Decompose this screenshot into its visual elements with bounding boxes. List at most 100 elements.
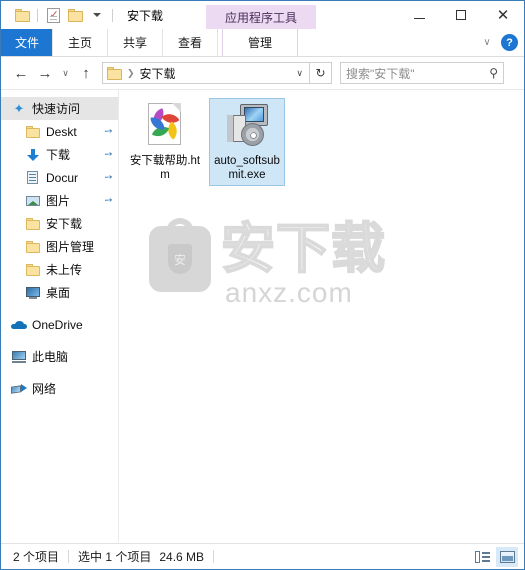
close-button[interactable]: ✕ — [482, 1, 524, 29]
watermark: 安 安下载 anxz.com — [149, 218, 399, 310]
status-separator-1 — [68, 550, 70, 563]
up-button[interactable]: ↑ — [74, 61, 98, 85]
list-item[interactable]: auto_softsubmit.exe — [209, 98, 285, 186]
minimize-button[interactable] — [398, 1, 440, 29]
list-item[interactable]: 安下载帮助.htm — [127, 98, 203, 186]
details-view-icon — [474, 550, 490, 563]
refresh-button[interactable]: ↻ — [310, 62, 332, 84]
sidebar-item-onedrive[interactable]: OneDrive — [1, 313, 118, 336]
address-dropdown-icon[interactable]: ∨ — [292, 68, 307, 79]
sidebar-item-documents[interactable]: Docur ➚ — [1, 166, 118, 189]
status-separator-2 — [213, 550, 215, 563]
sidebar-item-desktop[interactable]: 桌面 — [1, 281, 118, 304]
file-grid: 安下载帮助.htm auto_softsubmit.exe — [127, 98, 524, 186]
watermark-title: 安下载 — [220, 219, 386, 279]
sidebar-item-label: 图片管理 — [46, 240, 95, 254]
folder-icon — [25, 124, 41, 140]
sidebar-item-label: 安下载 — [46, 217, 83, 231]
tab-file[interactable]: 文件 — [1, 29, 53, 56]
sidebar-item-picture-manage[interactable]: 图片管理 — [1, 235, 118, 258]
sidebar-item-quick-access[interactable]: ✦ 快速访问 — [1, 97, 118, 120]
maximize-icon — [456, 10, 466, 20]
download-icon — [25, 147, 41, 163]
folder-icon — [107, 66, 122, 80]
sidebar-item-label: 未上传 — [46, 263, 83, 277]
contextual-tab-header: 应用程序工具 — [206, 5, 316, 29]
qat-separator-1 — [37, 8, 38, 22]
maximize-button[interactable] — [440, 1, 482, 29]
cloud-icon — [11, 317, 27, 333]
window-title: 安下载 — [127, 8, 164, 23]
selection-label: 选中 1 个项目 — [78, 550, 152, 564]
folder-icon — [25, 216, 41, 232]
tab-home[interactable]: 主页 — [52, 29, 108, 56]
minimize-icon — [413, 17, 425, 19]
breadcrumb-separator: ❯ — [127, 67, 135, 78]
sidebar-gap-2 — [1, 336, 118, 345]
recent-locations-button[interactable]: ∨ — [57, 61, 74, 85]
documents-icon — [25, 170, 41, 186]
sidebar-item-label: Docur — [46, 170, 79, 185]
watermark-subtitle: anxz.com — [225, 277, 353, 308]
navigation-bar: ← → ∨ ↑ ❯ 安下载 ∨ ↻ 搜索"安下载" ⚲ — [1, 57, 524, 90]
item-count-label: 2 个项目 — [13, 550, 60, 564]
folder-icon — [67, 8, 83, 22]
sidebar-item-label: OneDrive — [32, 317, 83, 332]
file-list-pane[interactable]: 安下载帮助.htm auto_softsubmit.exe 安 安下载 anxz… — [119, 90, 524, 542]
large-icons-view-icon — [499, 550, 515, 563]
folder-icon — [25, 239, 41, 255]
window-controls: ✕ — [398, 1, 524, 29]
sidebar-item-not-uploaded[interactable]: 未上传 — [1, 258, 118, 281]
details-view-button[interactable] — [471, 547, 493, 567]
qat-separator-2 — [112, 8, 113, 22]
file-name: 安下载帮助.htm — [129, 155, 201, 181]
sidebar-item-anxiazai[interactable]: 安下载 — [1, 212, 118, 235]
address-bar[interactable]: ❯ 安下载 ∨ — [102, 62, 310, 84]
tab-view[interactable]: 查看 — [162, 29, 218, 56]
chevron-down-icon — [93, 13, 101, 17]
qat-new-folder-button[interactable] — [64, 4, 86, 26]
search-icon: ⚲ — [489, 66, 498, 80]
folder-icon — [14, 8, 30, 22]
sidebar-item-desktop-pinned[interactable]: Deskt ➚ — [1, 120, 118, 143]
qat-folder-button[interactable] — [11, 4, 33, 26]
sidebar-item-pictures[interactable]: 图片 ➚ — [1, 189, 118, 212]
sidebar-item-label: 桌面 — [46, 286, 71, 300]
network-icon — [11, 381, 27, 397]
tab-share[interactable]: 共享 — [107, 29, 163, 56]
folder-icon — [25, 262, 41, 278]
qat-customize-button[interactable] — [86, 4, 108, 26]
file-name: auto_softsubmit.exe — [214, 155, 280, 181]
this-pc-icon — [11, 349, 27, 365]
ribbon-right-controls: ∨ ? — [479, 29, 518, 56]
sidebar-gap-1 — [1, 304, 118, 313]
pin-icon: ➚ — [101, 193, 115, 208]
collapse-ribbon-button[interactable]: ∨ — [479, 35, 495, 51]
help-button[interactable]: ? — [501, 34, 518, 51]
qat-properties-button[interactable]: ✓ — [42, 4, 64, 26]
pictures-icon — [25, 193, 41, 209]
search-input[interactable]: 搜索"安下载" — [346, 65, 489, 82]
sidebar-item-label: 此电脑 — [32, 350, 69, 364]
close-icon: ✕ — [496, 5, 510, 24]
watermark-bag-icon — [149, 226, 211, 292]
back-button[interactable]: ← — [9, 61, 33, 85]
quick-access-toolbar: ✓ — [1, 4, 117, 26]
large-icons-view-button[interactable] — [496, 546, 518, 567]
sidebar-item-this-pc[interactable]: 此电脑 — [1, 345, 118, 368]
sidebar-item-label: 下载 — [46, 148, 71, 162]
pin-icon: ➚ — [101, 147, 115, 162]
properties-icon: ✓ — [46, 7, 60, 23]
tab-manage[interactable]: 管理 — [222, 29, 298, 56]
pin-icon: ➚ — [101, 170, 115, 185]
sidebar-item-label: 图片 — [46, 194, 71, 208]
sidebar-item-downloads[interactable]: 下载 ➚ — [1, 143, 118, 166]
star-icon: ✦ — [13, 100, 25, 116]
breadcrumb[interactable]: 安下载 — [140, 65, 293, 82]
sidebar-item-label: Deskt — [46, 124, 77, 139]
pin-icon: ➚ — [101, 124, 115, 139]
forward-button[interactable]: → — [33, 61, 57, 85]
navigation-pane: ✦ 快速访问 Deskt ➚ 下载 ➚ Docur ➚ 图片 ➚ 安下载 图片管… — [1, 90, 119, 542]
search-box[interactable]: 搜索"安下载" ⚲ — [340, 62, 504, 84]
sidebar-item-network[interactable]: 网络 — [1, 377, 118, 400]
